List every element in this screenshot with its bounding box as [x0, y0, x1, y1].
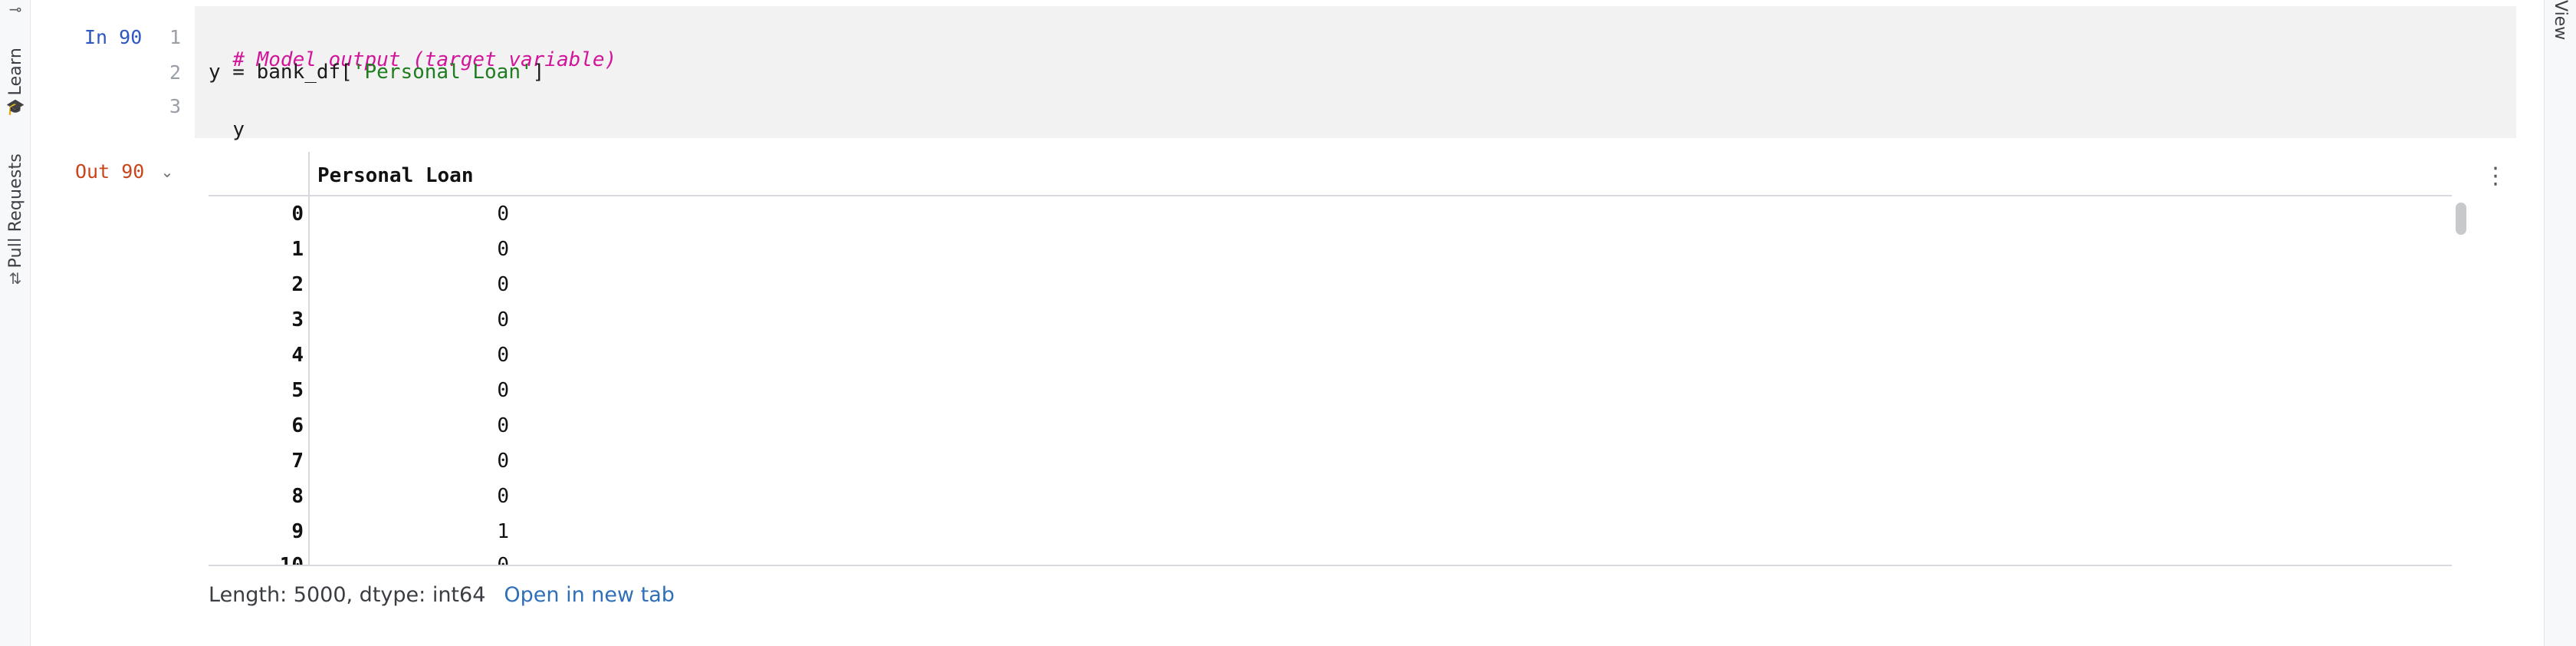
- row-index: 3: [291, 308, 304, 331]
- row-value: 0: [497, 273, 509, 296]
- row-value: 0: [497, 238, 509, 261]
- row-index: 5: [291, 379, 304, 402]
- sidebar-tab-pull-requests-label: Pull Requests: [5, 153, 25, 269]
- output-status-bar: Length: 5000, dtype: int64 Open in new t…: [209, 583, 675, 607]
- row-index: 9: [291, 520, 304, 543]
- more-options-icon[interactable]: ⋮: [2484, 163, 2507, 190]
- output-summary: Length: 5000, dtype: int64: [209, 583, 486, 607]
- table-row: 5 0: [209, 379, 2452, 414]
- code-token: y: [232, 118, 245, 141]
- table-scrollbar[interactable]: [2456, 203, 2466, 235]
- table-row: 8 0: [209, 485, 2452, 520]
- row-value: 0: [497, 414, 509, 437]
- pull-request-icon: ⇅: [8, 269, 22, 288]
- commit-icon[interactable]: ⊸: [0, 0, 31, 20]
- sidebar-tab-learn[interactable]: Learn 🎓: [0, 48, 31, 117]
- table-row: 4 0: [209, 344, 2452, 379]
- input-prompt: In 90: [84, 26, 143, 48]
- sidebar-tab-pull-requests[interactable]: Pull Requests ⇅: [0, 153, 31, 289]
- line-number: 3: [169, 95, 181, 117]
- code-token: ]: [532, 61, 545, 84]
- code-line-2: y = bank_df['Personal Loan']: [209, 61, 544, 84]
- left-tool-strip: ⊸ Learn 🎓 Pull Requests ⇅: [0, 0, 31, 646]
- row-value: 0: [497, 379, 509, 402]
- row-value: 0: [497, 344, 509, 367]
- row-index: 0: [291, 203, 304, 226]
- row-value: 0: [497, 485, 509, 508]
- output-table: Personal Loan 0 0 1 0 2 0 3 0 4 0 5 0 6 …: [209, 152, 2452, 566]
- row-index: 6: [291, 414, 304, 437]
- chevron-down-icon[interactable]: ⌄: [158, 163, 176, 181]
- code-token: y = bank_df[: [209, 61, 353, 84]
- table-row: 3 0: [209, 308, 2452, 344]
- row-value: 0: [497, 203, 509, 226]
- row-value: 0: [497, 308, 509, 331]
- right-tool-strip: View: [2544, 0, 2576, 646]
- open-in-new-tab-link[interactable]: Open in new tab: [504, 583, 675, 607]
- code-line-3: y: [209, 95, 245, 141]
- header-divider: [209, 195, 2452, 196]
- table-row: 6 0: [209, 414, 2452, 450]
- table-row: 1 0: [209, 238, 2452, 273]
- column-header: Personal Loan: [317, 164, 474, 187]
- row-index: 7: [291, 450, 304, 473]
- table-row: 2 0: [209, 273, 2452, 308]
- table-row: 7 0: [209, 450, 2452, 485]
- output-prompt: Out 90: [75, 160, 145, 183]
- row-index: 1: [291, 238, 304, 261]
- code-string: 'Personal Loan': [352, 61, 533, 84]
- sidebar-tab-learn-label: Learn: [5, 48, 25, 96]
- row-index: 2: [291, 273, 304, 296]
- sidebar-tab-view[interactable]: View: [2551, 0, 2570, 40]
- row-index: 4: [291, 344, 304, 367]
- table-bottom-divider: [209, 565, 2452, 566]
- table-row: 0 0: [209, 203, 2452, 238]
- row-index: 8: [291, 485, 304, 508]
- table-row: 9 1: [209, 520, 2452, 555]
- line-number: 2: [169, 61, 181, 84]
- line-number: 1: [169, 26, 181, 48]
- row-value: 0: [497, 450, 509, 473]
- row-value: 1: [497, 520, 509, 543]
- graduation-cap-icon: 🎓: [5, 97, 25, 116]
